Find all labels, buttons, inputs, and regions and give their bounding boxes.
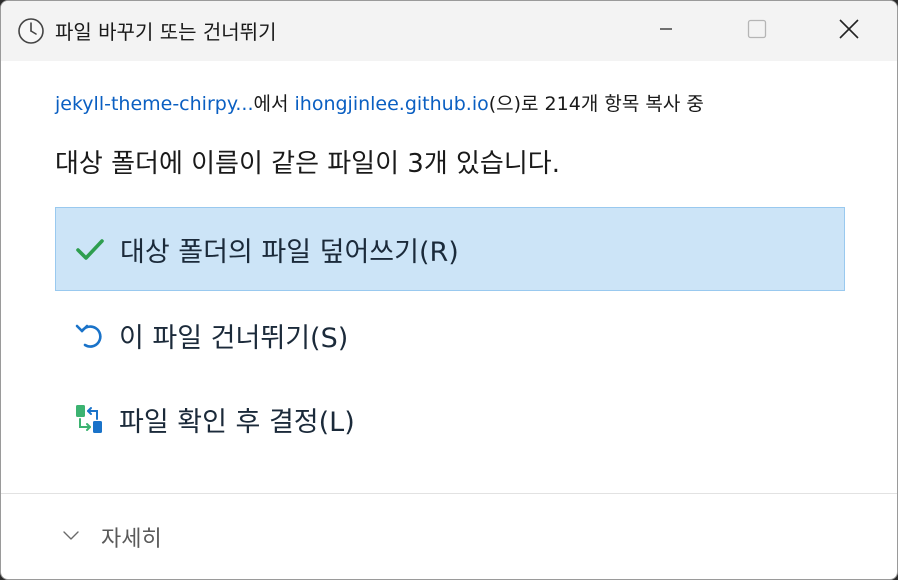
more-details-toggle[interactable]: 자세히 [61,521,162,553]
option-skip-files[interactable]: 이 파일 건너뛰기(S) [55,293,845,377]
from-suffix: 에서 [253,93,289,115]
close-icon [838,18,860,44]
chevron-down-icon [61,525,81,549]
file-replace-dialog: 파일 바꾸기 또는 건너뛰기 jekyll-theme-chirpy...에서 … [0,0,898,580]
compare-files-icon [73,403,105,435]
option-decide-label: 파일 확인 후 결정(L) [119,406,355,438]
maximize-icon [747,19,767,43]
source-folder-link[interactable]: jekyll-theme-chirpy... [55,93,253,115]
minimize-button[interactable] [620,1,712,61]
conflict-heading: 대상 폴더에 이름이 같은 파일이 3개 있습니다. [55,149,560,179]
close-button[interactable] [803,1,895,61]
undo-arrow-icon [73,319,105,351]
clock-icon [17,17,45,45]
maximize-button[interactable] [711,1,803,61]
title-bar[interactable]: 파일 바꾸기 또는 건너뛰기 [1,1,897,61]
checkmark-icon [74,233,106,265]
minimize-icon [658,21,674,41]
footer-divider [1,493,897,494]
option-replace-files[interactable]: 대상 폴더의 파일 덮어쓰기(R) [55,207,845,291]
destination-folder-link[interactable]: ihongjinlee.github.io [295,93,489,115]
copy-progress-text: (으)로 214개 항목 복사 중 [488,93,704,115]
option-replace-label: 대상 폴더의 파일 덮어쓰기(R) [120,236,459,268]
more-details-label: 자세히 [101,527,162,552]
option-decide-each[interactable]: 파일 확인 후 결정(L) [55,377,845,461]
option-skip-label: 이 파일 건너뛰기(S) [119,322,349,354]
window-title: 파일 바꾸기 또는 건너뛰기 [55,20,277,44]
copy-status: jekyll-theme-chirpy...에서 ihongjinlee.git… [55,89,704,116]
